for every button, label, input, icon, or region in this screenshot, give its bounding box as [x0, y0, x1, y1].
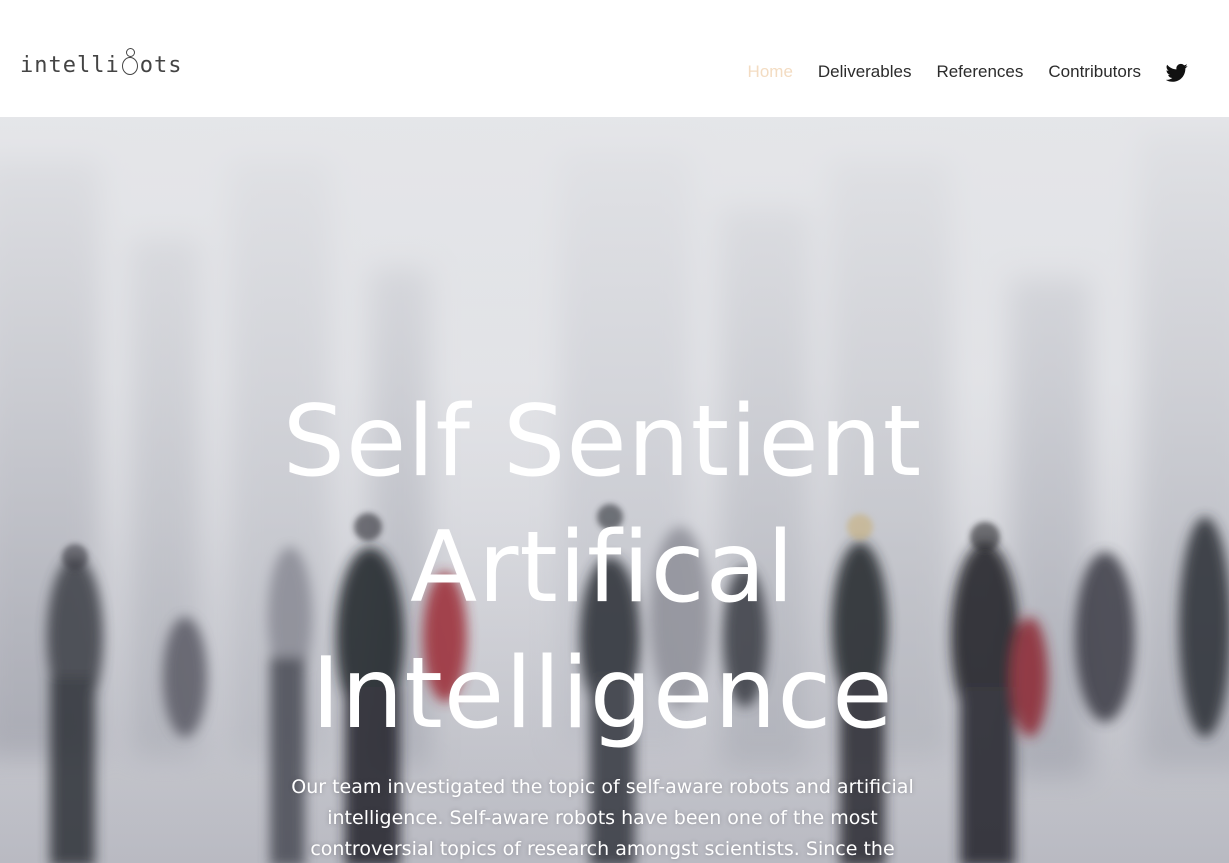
twitter-icon[interactable]	[1166, 63, 1188, 83]
hero-title-line-1: Self Sentient	[282, 385, 923, 499]
site-logo[interactable]: intelli ots	[20, 48, 182, 78]
hero-section: Self Sentient Artifical Intelligence Our…	[0, 117, 1229, 863]
logo-text-suffix: ots	[139, 53, 183, 78]
nav-item-deliverables[interactable]: Deliverables	[818, 62, 912, 82]
nav-item-contributors[interactable]: Contributors	[1048, 62, 1141, 82]
main-nav: Home Deliverables References Contributor…	[723, 62, 1141, 82]
nav-item-home[interactable]: Home	[748, 62, 793, 82]
site-header: intelli ots Home Deliverables References …	[0, 0, 1229, 117]
hero-title-line-2: Artifical	[410, 511, 795, 625]
nav-item-references[interactable]: References	[936, 62, 1023, 82]
hero-description: Our team investigated the topic of self-…	[291, 776, 914, 860]
hero-title-line-3: Intelligence	[311, 637, 894, 751]
logo-text-prefix: intelli	[20, 53, 120, 78]
hero-title: Self Sentient Artifical Intelligence	[0, 379, 1205, 757]
robot-logo-icon	[121, 48, 139, 78]
